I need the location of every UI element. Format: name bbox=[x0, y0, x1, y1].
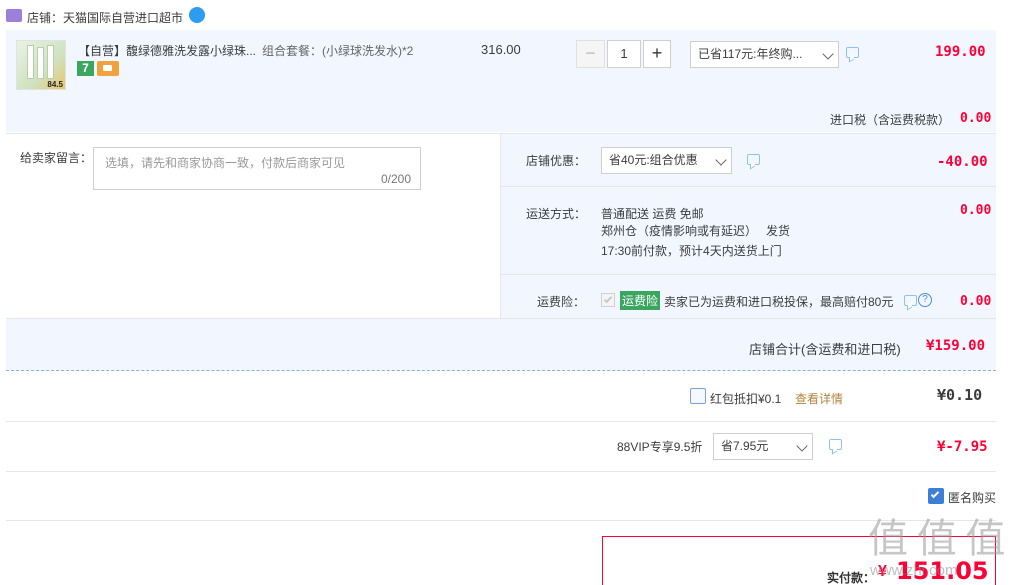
insurance-checkbox[interactable] bbox=[601, 293, 615, 307]
vip-value: ¥-7.95 bbox=[937, 439, 988, 455]
unit-price: 316.00 bbox=[481, 42, 521, 57]
shop-total-value: ¥159.00 bbox=[926, 338, 986, 354]
help-icon[interactable]: ? bbox=[918, 293, 932, 307]
wangwang-icon[interactable] bbox=[189, 7, 205, 23]
red-packet-value: ¥0.10 bbox=[937, 386, 983, 404]
item-promo-select-value: 已省117元:年终购... bbox=[698, 47, 803, 61]
thumb-badge: 84.5 bbox=[47, 80, 63, 89]
shipping-value: 0.00 bbox=[960, 203, 992, 218]
payment-label: 实付款： bbox=[827, 571, 876, 585]
chat-icon[interactable] bbox=[846, 47, 859, 58]
anonymous-label: 匿名购买 bbox=[948, 491, 997, 505]
chat-icon[interactable] bbox=[829, 439, 842, 450]
anonymous-checkbox[interactable] bbox=[928, 488, 944, 504]
chevron-down-icon bbox=[822, 48, 834, 60]
shipping-line1: 普通配送 运费 免邮 bbox=[601, 207, 704, 221]
chevron-down-icon bbox=[715, 154, 727, 166]
quantity-input[interactable]: 1 bbox=[607, 40, 641, 68]
check-icon bbox=[930, 489, 940, 499]
shipping-label: 运送方式： bbox=[526, 207, 587, 221]
vip-select-value: 省7.95元 bbox=[721, 439, 769, 453]
payment-summary: 实付款： ¥ 151.05 bbox=[602, 536, 996, 585]
shipping-dispatch: 发货 bbox=[766, 224, 791, 238]
shop-icon bbox=[6, 9, 22, 22]
red-packet-checkbox[interactable] bbox=[690, 388, 706, 404]
chevron-down-icon bbox=[796, 440, 808, 452]
seven-day-return-icon: 7 bbox=[77, 61, 94, 76]
shop-discount-select[interactable]: 省40元:组合优惠 bbox=[601, 147, 732, 174]
item-promo-select[interactable]: 已省117元:年终购... bbox=[690, 41, 839, 68]
shop-discount-label: 店铺优惠： bbox=[526, 154, 587, 168]
vip-label: 88VIP专享9.5折 bbox=[617, 440, 703, 454]
insurance-value: 0.00 bbox=[960, 294, 992, 309]
payment-currency: ¥ bbox=[878, 563, 887, 580]
import-tax-label: 进口税（含运费税款） bbox=[830, 113, 951, 127]
message-counter: 0/200 bbox=[380, 172, 411, 186]
chat-icon[interactable] bbox=[904, 295, 917, 306]
insurance-label: 运费险： bbox=[537, 295, 586, 309]
red-packet-details-link[interactable]: 查看详情 bbox=[795, 390, 843, 407]
decrement-button[interactable]: − bbox=[576, 40, 605, 68]
import-tax-value: 0.00 bbox=[960, 111, 992, 126]
message-input[interactable]: 选填，请先和商家协商一致，付款后商家可见 0/200 bbox=[93, 147, 421, 190]
message-placeholder: 选填，请先和商家协商一致，付款后商家可见 bbox=[105, 156, 346, 170]
quantity-stepper: − 1 + bbox=[576, 40, 671, 68]
payment-value: 151.05 bbox=[896, 557, 989, 585]
chat-icon[interactable] bbox=[747, 154, 760, 165]
vip-select[interactable]: 省7.95元 bbox=[713, 433, 813, 460]
item-title[interactable]: 【自营】馥绿德雅洗发露小绿珠... bbox=[78, 42, 256, 59]
red-packet-label: 红包抵扣¥0.1 bbox=[710, 392, 782, 406]
shop-label[interactable]: 店铺：天猫国际自营进口超市 bbox=[27, 9, 183, 26]
product-thumbnail[interactable]: 84.5 bbox=[16, 40, 66, 90]
item-total: 199.00 bbox=[935, 44, 986, 60]
card-icon bbox=[97, 61, 119, 76]
item-option: 组合套餐：(小绿球洗发水)*2 bbox=[262, 44, 414, 58]
shop-header: 店铺：天猫国际自营进口超市 bbox=[6, 6, 306, 26]
increment-button[interactable]: + bbox=[643, 40, 671, 68]
shipping-warehouse: 郑州仓（疫情影响或有延迟） bbox=[601, 224, 758, 238]
insurance-tag: 运费险 bbox=[620, 291, 661, 310]
shipping-eta: 17:30前付款，预计4天内送货上门 bbox=[601, 244, 782, 258]
shop-discount-value: -40.00 bbox=[937, 154, 988, 170]
shop-total-label: 店铺合计(含运费和进口税) bbox=[749, 342, 901, 357]
shop-discount-select-value: 省40元:组合优惠 bbox=[609, 153, 698, 167]
message-label: 给卖家留言： bbox=[20, 151, 93, 165]
insurance-text: 卖家已为运费和进口税投保，最高赔付80元 bbox=[664, 295, 894, 309]
check-icon bbox=[603, 294, 613, 304]
